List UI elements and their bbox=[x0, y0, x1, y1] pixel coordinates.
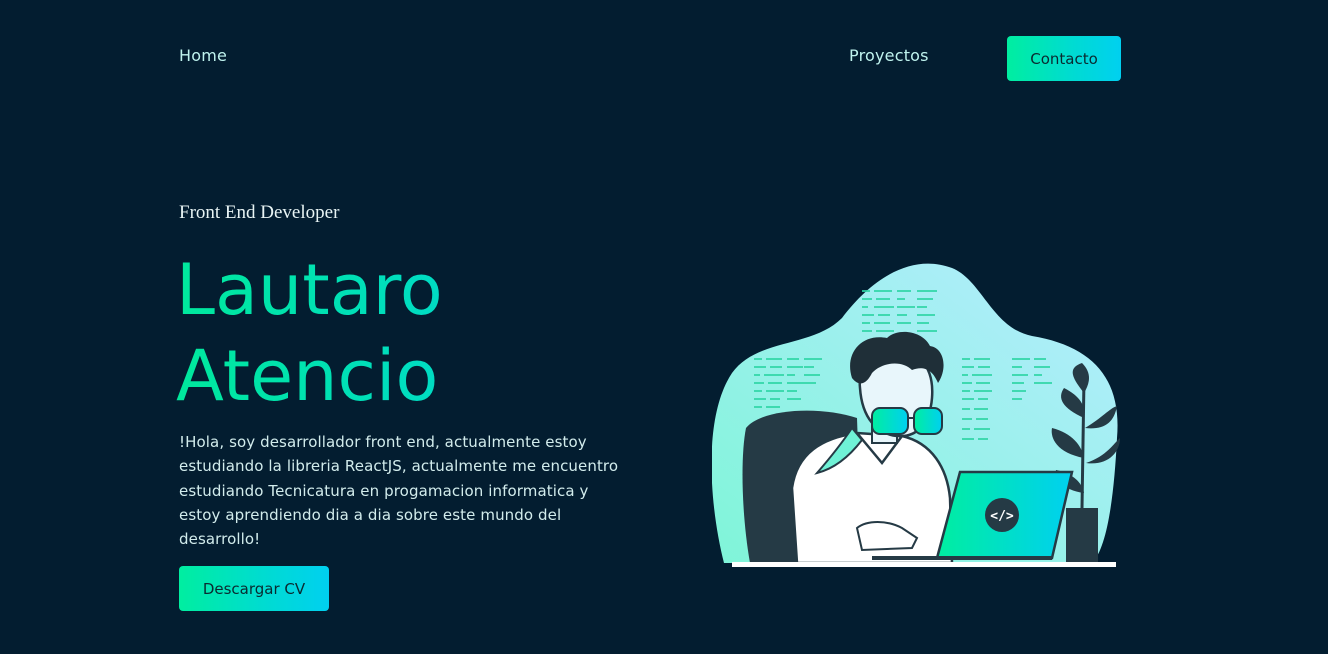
svg-text:</>: </> bbox=[990, 509, 1014, 524]
developer-illustration: </> bbox=[712, 263, 1120, 567]
hero-bio: !Hola, soy desarrollador front end, actu… bbox=[179, 433, 619, 549]
hero-first-name: Lautaro bbox=[176, 249, 443, 331]
hero-subtitle: Front End Developer bbox=[179, 202, 340, 223]
glasses-icon bbox=[871, 407, 943, 435]
hero-last-name: Atencio bbox=[176, 335, 439, 417]
desk bbox=[732, 562, 1116, 567]
download-cv-button[interactable]: Descargar CV bbox=[179, 566, 329, 611]
hero-name: Lautaro Atencio bbox=[176, 247, 443, 419]
nav-home-link[interactable]: Home bbox=[179, 46, 227, 65]
nav-projects-link[interactable]: Proyectos bbox=[849, 46, 929, 65]
contact-button[interactable]: Contacto bbox=[1007, 36, 1121, 81]
